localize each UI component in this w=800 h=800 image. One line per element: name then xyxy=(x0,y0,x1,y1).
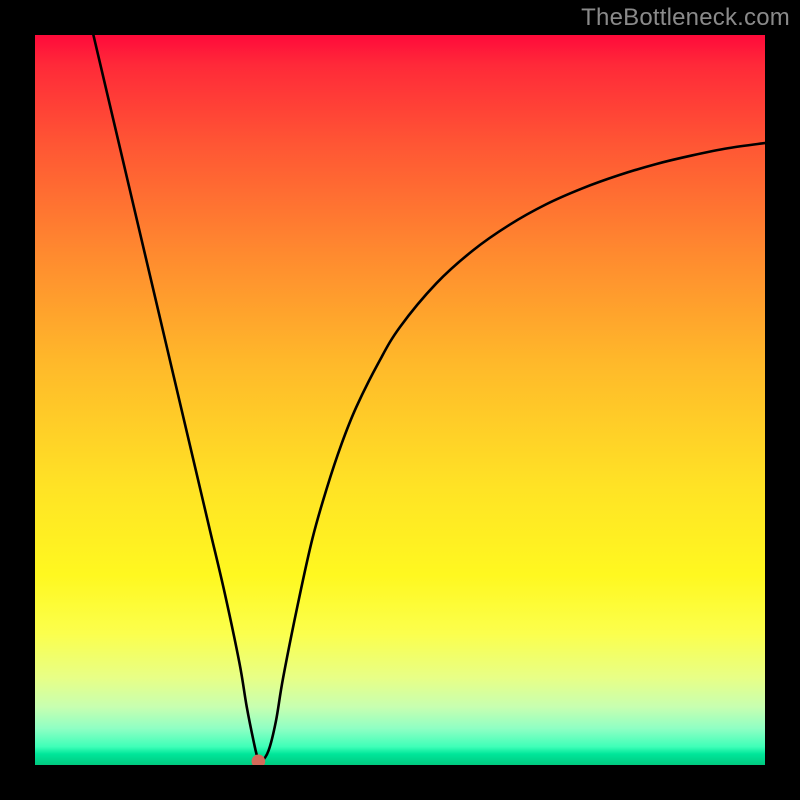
curve-svg xyxy=(35,35,765,765)
bottleneck-curve xyxy=(93,35,765,762)
watermark-text: TheBottleneck.com xyxy=(581,4,790,32)
chart-frame: TheBottleneck.com xyxy=(0,0,800,800)
optimal-point-marker xyxy=(252,755,266,765)
plot-area xyxy=(35,35,765,765)
